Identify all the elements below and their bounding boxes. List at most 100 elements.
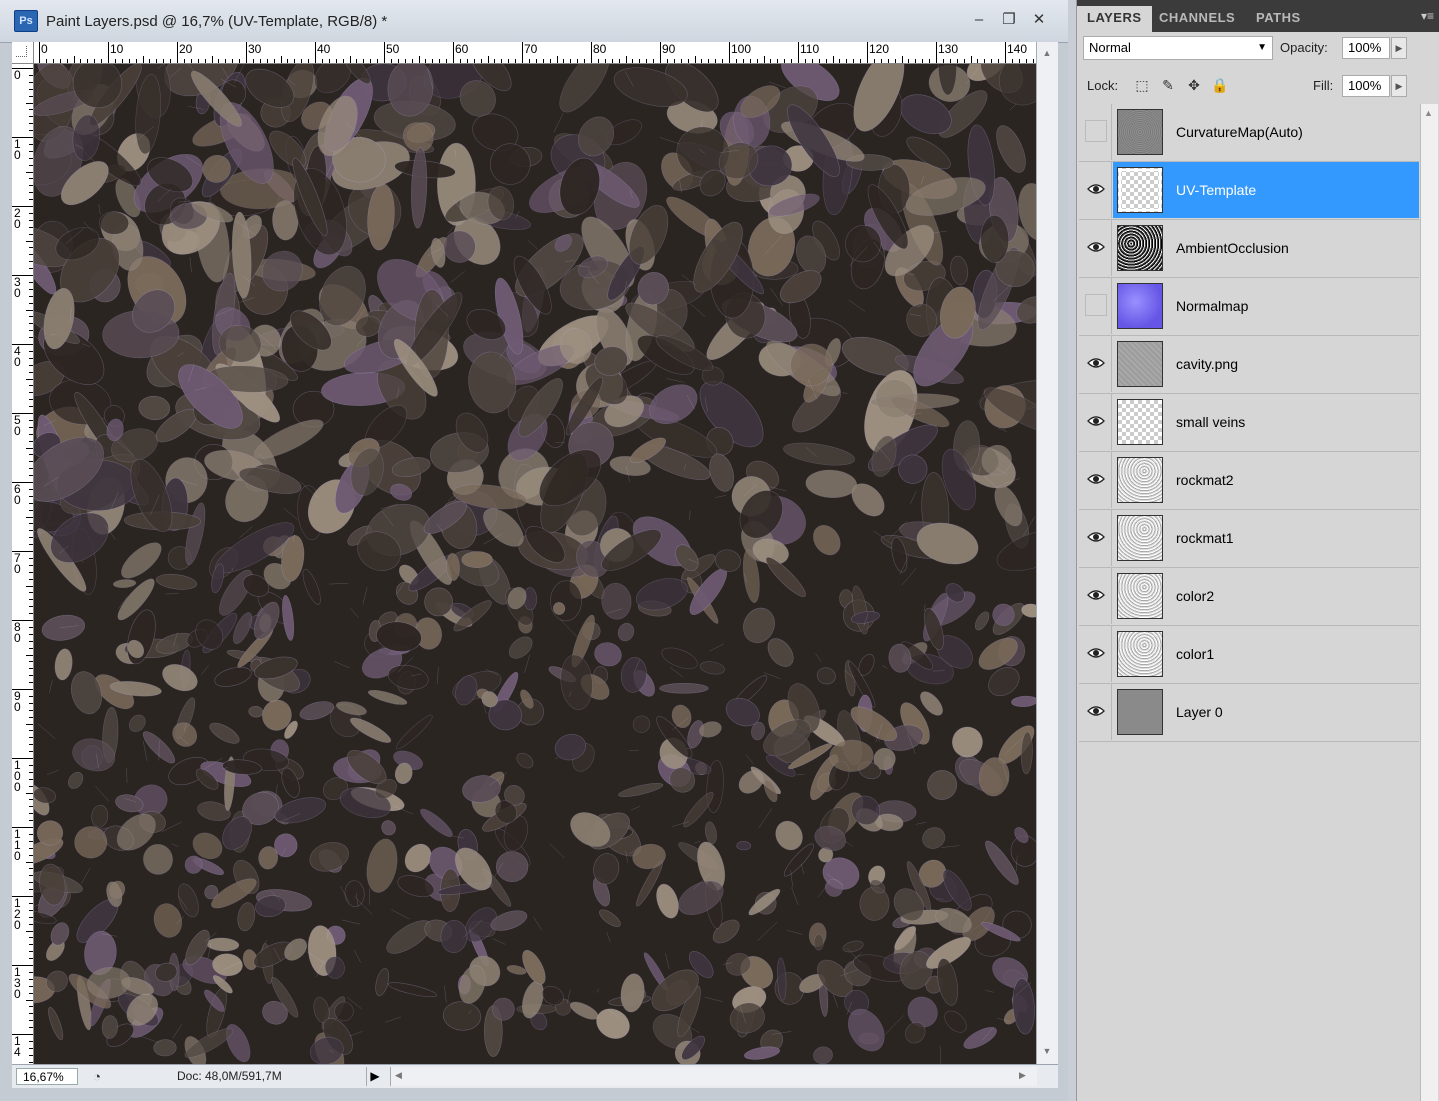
ruler-minor-tick — [29, 219, 33, 221]
layer-row[interactable]: rockmat1 — [1079, 510, 1419, 568]
texture-chunk — [951, 726, 983, 758]
status-info-icon[interactable]: ◔ — [88, 1068, 106, 1085]
layer-row[interactable]: UV-Template — [1079, 162, 1419, 220]
ruler-minor-tick — [29, 730, 33, 732]
opacity-input[interactable]: 100% — [1342, 37, 1390, 59]
layers-panel-scrollbar[interactable]: ▲ — [1420, 104, 1438, 1101]
layer-name-area[interactable]: CurvatureMap(Auto) — [1113, 104, 1419, 160]
zoom-level-field[interactable]: 16,67% — [16, 1068, 78, 1085]
layer-visibility-toggle[interactable] — [1079, 452, 1112, 508]
layer-thumbnail[interactable] — [1117, 341, 1163, 387]
fill-slider-arrow-icon[interactable]: ▶ — [1391, 75, 1407, 97]
layer-name-area[interactable]: color2 — [1113, 568, 1419, 624]
layer-thumbnail[interactable] — [1117, 399, 1163, 445]
eye-icon — [1087, 706, 1105, 716]
ruler-minor-tick — [26, 516, 33, 518]
layer-name-area[interactable]: AmbientOcclusion — [1113, 220, 1419, 276]
tab-channels[interactable]: CHANNELS — [1149, 6, 1245, 32]
layer-visibility-toggle[interactable] — [1079, 510, 1112, 566]
layer-thumbnail[interactable] — [1117, 225, 1163, 271]
layer-row[interactable]: Normalmap — [1079, 278, 1419, 336]
ruler-minor-tick — [26, 171, 33, 173]
layer-visibility-toggle[interactable] — [1079, 162, 1112, 218]
layer-thumbnail[interactable] — [1117, 573, 1163, 619]
layer-name-area[interactable]: Normalmap — [1113, 278, 1419, 334]
texture-chunk — [516, 752, 534, 769]
layer-visibility-toggle[interactable] — [1079, 568, 1112, 624]
vertical-ruler[interactable]: 0 10 20 30 40 50 60 70 80 90 100 110 120 130 14 — [12, 64, 34, 1064]
layer-name-area[interactable]: color1 — [1113, 626, 1419, 682]
scroll-down-arrow-icon[interactable]: ▼ — [1041, 1046, 1053, 1058]
ruler-label: 30 — [14, 275, 21, 300]
layer-row[interactable]: Layer 0 — [1079, 684, 1419, 742]
layer-row[interactable]: CurvatureMap(Auto) — [1079, 104, 1419, 162]
layer-thumbnail[interactable] — [1117, 283, 1163, 329]
fill-input[interactable]: 100% — [1342, 75, 1390, 97]
panel-menu-icon[interactable]: ▾≡ — [1421, 9, 1434, 23]
uv-wireframe-edge — [715, 495, 726, 498]
ruler-minor-tick — [29, 350, 33, 352]
uv-wireframe-edge — [939, 1045, 942, 1064]
ruler-minor-tick — [29, 578, 33, 580]
ruler-minor-tick — [542, 59, 544, 63]
layer-thumbnail[interactable] — [1117, 631, 1163, 677]
layer-row[interactable]: rockmat2 — [1079, 452, 1419, 510]
opacity-slider-arrow-icon[interactable]: ▶ — [1391, 37, 1407, 59]
layer-row[interactable]: cavity.png — [1079, 336, 1419, 394]
lock-transparency-icon[interactable]: ⬚ — [1133, 76, 1151, 94]
layer-visibility-toggle[interactable] — [1079, 394, 1112, 450]
layer-visibility-toggle[interactable] — [1079, 220, 1112, 276]
tab-layers[interactable]: LAYERS — [1077, 6, 1152, 32]
layer-name-area[interactable]: rockmat1 — [1113, 510, 1419, 566]
layer-name-area[interactable]: small veins — [1113, 394, 1419, 450]
lock-all-icon[interactable]: 🔒 — [1211, 76, 1229, 94]
layer-thumbnail[interactable] — [1117, 109, 1163, 155]
layer-visibility-toggle[interactable] — [1079, 684, 1112, 740]
layer-row[interactable]: small veins — [1079, 394, 1419, 452]
layer-name-area[interactable]: cavity.png — [1113, 336, 1419, 392]
lock-image-pixels-icon[interactable]: ✎ — [1159, 76, 1177, 94]
horizontal-scrollbar[interactable]: ◀ ▶ — [390, 1067, 1037, 1086]
lock-position-icon[interactable]: ✥ — [1185, 76, 1203, 94]
close-button[interactable]: ✕ — [1030, 11, 1048, 29]
ruler-label: 70 — [14, 551, 21, 576]
layer-row[interactable]: color1 — [1079, 626, 1419, 684]
uv-wireframe-edge — [527, 240, 539, 250]
layer-thumbnail[interactable] — [1117, 167, 1163, 213]
ruler-minor-tick — [29, 399, 33, 401]
layer-visibility-toggle[interactable] — [1079, 278, 1112, 334]
layer-visibility-toggle[interactable] — [1079, 626, 1112, 682]
ruler-minor-tick — [29, 661, 33, 663]
status-menu-arrow-icon[interactable]: ▶ — [366, 1067, 383, 1086]
layer-name-area[interactable]: Layer 0 — [1113, 684, 1419, 740]
layer-name-area[interactable]: rockmat2 — [1113, 452, 1419, 508]
tab-paths[interactable]: PATHS — [1246, 6, 1311, 32]
layer-row[interactable]: color2 — [1079, 568, 1419, 626]
ruler-origin-corner[interactable] — [12, 42, 34, 64]
layer-thumbnail[interactable] — [1117, 515, 1163, 561]
ruler-minor-tick — [190, 59, 192, 63]
scroll-up-arrow-icon[interactable]: ▲ — [1041, 48, 1053, 60]
vertical-scrollbar[interactable]: ▲ ▼ — [1036, 42, 1058, 1064]
scroll-up-arrow-icon[interactable]: ▲ — [1424, 108, 1433, 118]
layer-row[interactable]: AmbientOcclusion — [1079, 220, 1419, 278]
layer-visibility-toggle[interactable] — [1079, 104, 1112, 160]
ruler-minor-tick — [984, 59, 986, 63]
horizontal-ruler[interactable]: 0 10 20 30 40 50 60 70 80 90 100 110 120 130 140 — [34, 42, 1036, 64]
layer-thumbnail[interactable] — [1117, 689, 1163, 735]
scroll-left-arrow-icon[interactable]: ◀ — [395, 1070, 402, 1081]
image-canvas[interactable] — [34, 64, 1036, 1064]
ruler-minor-tick — [29, 357, 33, 359]
minimize-button[interactable]: – — [970, 11, 988, 29]
ruler-minor-tick — [29, 764, 33, 766]
maximize-button[interactable]: ❐ — [1000, 11, 1018, 29]
ruler-label: 10 — [110, 42, 124, 56]
texture-chunk — [461, 551, 493, 569]
layer-visibility-toggle[interactable] — [1079, 336, 1112, 392]
layer-thumbnail[interactable] — [1117, 457, 1163, 503]
blend-mode-select[interactable]: Normal ▼ — [1083, 36, 1273, 60]
ruler-minor-tick — [29, 682, 33, 684]
layer-name-area[interactable]: UV-Template — [1113, 162, 1419, 218]
document-title-bar[interactable]: Ps Paint Layers.psd @ 16,7% (UV-Template… — [0, 0, 1068, 43]
scroll-right-arrow-icon[interactable]: ▶ — [1019, 1070, 1026, 1081]
